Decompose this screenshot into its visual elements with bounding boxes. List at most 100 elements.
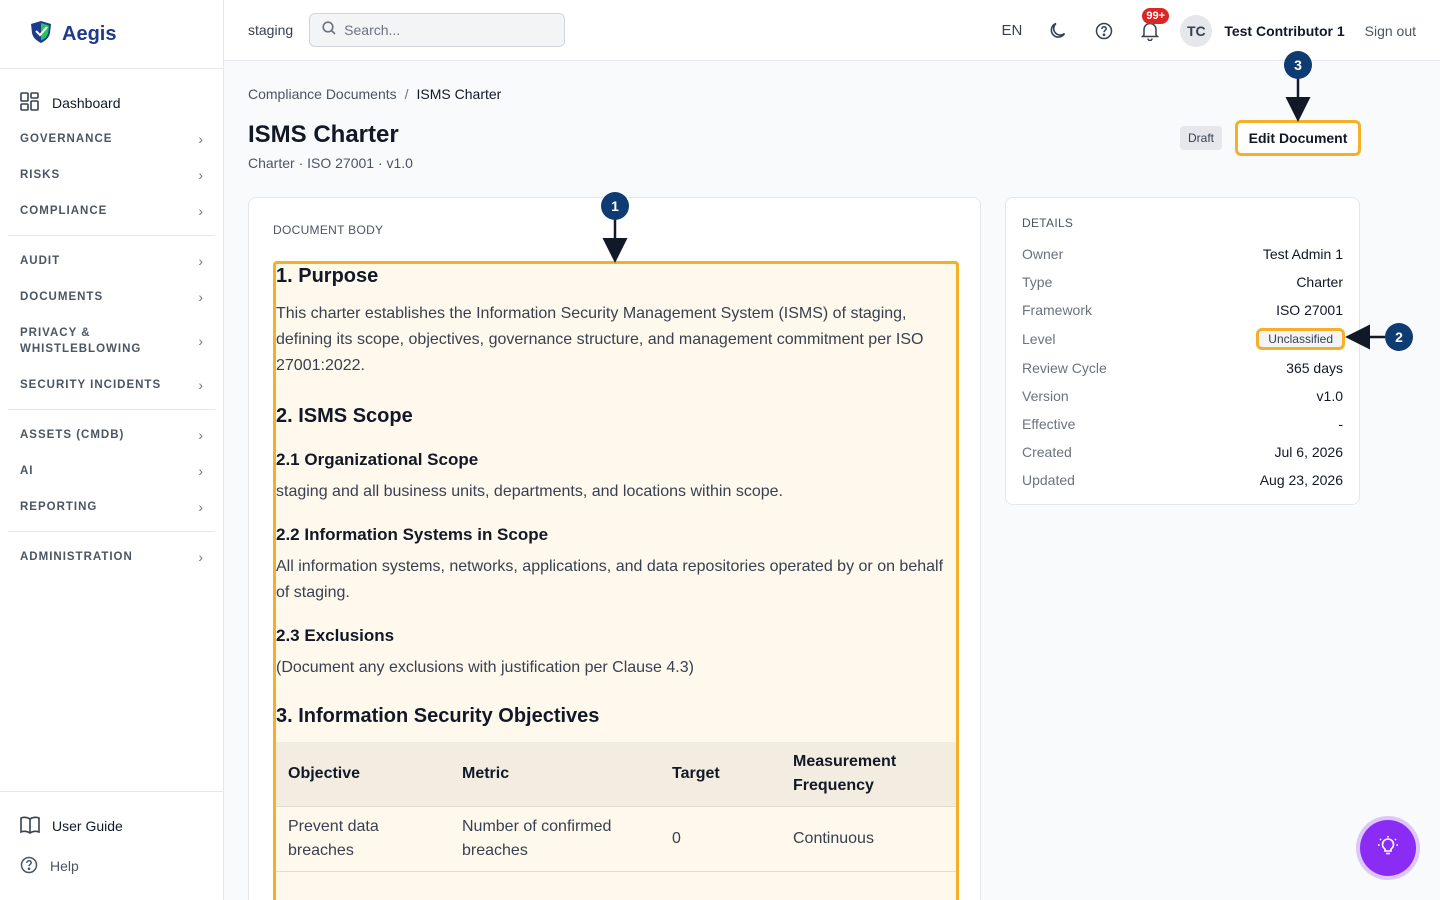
- document-body: 1. Purpose This charter establishes the …: [273, 261, 959, 900]
- section-label: DOCUMENTS: [20, 291, 104, 303]
- page-subtitle: Charter · ISO 27001 · v1.0: [248, 155, 413, 171]
- chevron-right-icon: ›: [198, 333, 203, 349]
- detail-value: Charter: [1296, 274, 1343, 290]
- search-icon: [322, 20, 336, 40]
- chevron-right-icon: ›: [198, 377, 203, 393]
- top-header: staging EN 99+ TC Test Contributor 1 Sig…: [224, 0, 1440, 61]
- detail-row-owner: Owner Test Admin 1: [1022, 240, 1343, 268]
- chevron-right-icon: ›: [198, 131, 203, 147]
- bell-icon[interactable]: 99+: [1140, 7, 1169, 41]
- heading-systems-scope: 2.2 Information Systems in Scope: [276, 525, 549, 544]
- table-header-row: Objective Metric Target Measurement Freq…: [276, 742, 956, 807]
- section-label: SECURITY INCIDENTS: [20, 379, 162, 391]
- heading-objectives: 3. Information Security Objectives: [276, 705, 600, 727]
- chevron-right-icon: ›: [198, 549, 203, 565]
- lightbulb-icon: [1377, 835, 1399, 862]
- sidebar-section-security-incidents[interactable]: SECURITY INCIDENTS ›: [0, 367, 223, 403]
- help-link[interactable]: Help: [0, 846, 223, 886]
- detail-value: v1.0: [1316, 388, 1343, 404]
- search-input[interactable]: [344, 22, 545, 38]
- detail-key: Type: [1022, 274, 1053, 290]
- sidebar-section-audit[interactable]: AUDIT ›: [0, 243, 223, 279]
- moon-icon[interactable]: [1048, 21, 1068, 41]
- edit-document-button[interactable]: Edit Document: [1235, 120, 1361, 156]
- sidebar-section-assets[interactable]: ASSETS (CMDB) ›: [0, 417, 223, 453]
- user-guide-link[interactable]: User Guide: [0, 806, 223, 846]
- chevron-right-icon: ›: [198, 499, 203, 515]
- sidebar-section-ai[interactable]: AI ›: [0, 453, 223, 489]
- detail-value: Test Admin 1: [1262, 246, 1343, 262]
- objectives-table: Objective Metric Target Measurement Freq…: [276, 742, 956, 872]
- detail-row-effective: Effective -: [1022, 410, 1343, 438]
- sidebar-item-dashboard[interactable]: Dashboard: [0, 85, 223, 121]
- sign-out-link[interactable]: Sign out: [1365, 23, 1416, 39]
- sidebar-section-reporting[interactable]: REPORTING ›: [0, 489, 223, 525]
- paragraph-exclusions: (Document any exclusions with justificat…: [276, 659, 694, 676]
- aegis-shield-icon: [30, 20, 52, 49]
- header-actions: EN 99+ TC Test Contributor 1 Sign out: [1001, 0, 1416, 61]
- detail-row-framework: Framework ISO 27001: [1022, 296, 1343, 324]
- section-label-line1: PRIVACY &: [20, 327, 91, 339]
- brand-name: Aegis: [62, 22, 117, 45]
- table-cell: Continuous: [781, 806, 956, 872]
- section-label: COMPLIANCE: [20, 205, 108, 217]
- table-header-cell: Target: [660, 742, 781, 807]
- chevron-right-icon: ›: [198, 203, 203, 219]
- sidebar-section-governance[interactable]: GOVERNANCE ›: [0, 121, 223, 157]
- section-label: RISKS: [20, 169, 61, 181]
- breadcrumb-current: ISMS Charter: [416, 86, 502, 102]
- detail-value: -: [1338, 416, 1343, 432]
- sidebar: Aegis Dashboard GOVERNANCE › RISKS › COMPL…: [0, 0, 224, 900]
- notification-count-badge: 99+: [1142, 7, 1169, 24]
- sidebar-section-documents[interactable]: DOCUMENTS ›: [0, 279, 223, 315]
- detail-value: ISO 27001: [1276, 302, 1343, 318]
- breadcrumb-parent-link[interactable]: Compliance Documents: [248, 86, 397, 102]
- breadcrumb: Compliance Documents / ISMS Charter: [248, 86, 501, 102]
- sidebar-item-label: Dashboard: [52, 95, 121, 111]
- user-name[interactable]: Test Contributor 1: [1224, 23, 1344, 39]
- environment-label: staging: [248, 22, 294, 38]
- document-content: 1. Purpose This charter establishes the …: [276, 265, 956, 872]
- table-header-cell: Measurement Frequency: [781, 742, 956, 807]
- sidebar-section-administration[interactable]: ADMINISTRATION ›: [0, 539, 223, 575]
- table-cell: 0: [660, 806, 781, 872]
- table-header-cell: Metric: [450, 742, 660, 807]
- detail-row-level: Level Unclassified: [1022, 324, 1345, 354]
- chevron-right-icon: ›: [198, 289, 203, 305]
- detail-key: Version: [1022, 388, 1069, 404]
- chevron-right-icon: ›: [198, 463, 203, 479]
- table-cell: Number of confirmed breaches: [450, 806, 660, 872]
- detail-key: Level: [1022, 331, 1056, 347]
- detail-key: Updated: [1022, 472, 1075, 488]
- annotation-marker-3: 3: [1284, 51, 1312, 79]
- sidebar-section-privacy[interactable]: PRIVACY & WHISTLEBLOWING ›: [0, 315, 223, 367]
- language-switch[interactable]: EN: [1001, 22, 1022, 39]
- sidebar-section-risks[interactable]: RISKS ›: [0, 157, 223, 193]
- breadcrumb-separator: /: [404, 86, 409, 102]
- detail-value: Jul 6, 2026: [1274, 444, 1344, 460]
- dashboard-grid-icon: [20, 92, 39, 114]
- section-label-line2: WHISTLEBLOWING: [20, 343, 142, 355]
- classification-level-badge: Unclassified: [1256, 328, 1345, 350]
- detail-key: Review Cycle: [1022, 360, 1107, 376]
- sidebar-section-compliance[interactable]: COMPLIANCE ›: [0, 193, 223, 229]
- table-cell: Prevent data breaches: [276, 806, 450, 872]
- heading-scope: 2. ISMS Scope: [276, 405, 413, 427]
- assistant-fab-button[interactable]: [1360, 820, 1416, 876]
- section-label: AUDIT: [20, 255, 61, 267]
- search-box[interactable]: [309, 13, 566, 47]
- detail-row-type: Type Charter: [1022, 268, 1343, 296]
- help-circle-icon: [20, 856, 38, 877]
- sidebar-footer: User Guide Help: [0, 791, 223, 900]
- avatar[interactable]: TC: [1180, 14, 1213, 47]
- table-row: Prevent data breaches Number of confirme…: [276, 806, 956, 872]
- help-circle-icon[interactable]: [1094, 21, 1114, 41]
- user-guide-label: User Guide: [52, 818, 123, 834]
- detail-value: 365 days: [1286, 360, 1343, 376]
- section-label: AI: [20, 465, 34, 477]
- document-card: DOCUMENT BODY 1. Purpose This charter es…: [248, 197, 981, 900]
- divider: [8, 531, 215, 532]
- section-label: GOVERNANCE: [20, 133, 113, 145]
- brand[interactable]: Aegis: [0, 0, 223, 69]
- table-header-cell: Objective: [276, 742, 450, 807]
